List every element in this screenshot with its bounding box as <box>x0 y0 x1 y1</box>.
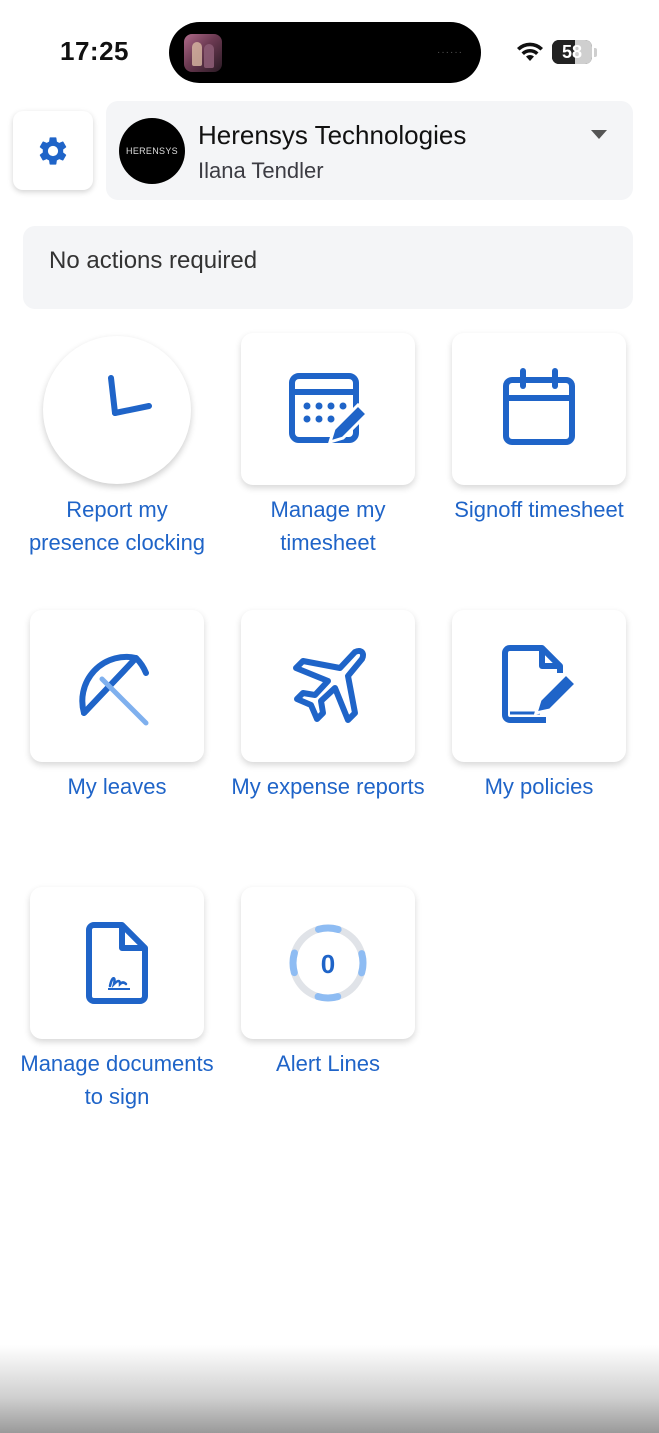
user-name: Ilana Tendler <box>198 158 324 183</box>
settings-button[interactable] <box>13 111 93 190</box>
company-logo: HERENSYS <box>119 118 185 184</box>
tile-label: My policies <box>484 774 594 799</box>
company-logo-text: HERENSYS <box>126 146 178 156</box>
tile-icon-box <box>241 333 415 485</box>
tile-icon-box: 0 <box>241 887 415 1039</box>
dynamic-island[interactable]: ······ <box>169 22 481 83</box>
bottom-fade <box>0 1345 659 1433</box>
company-name: Herensys Technologies <box>198 120 467 150</box>
gear-icon <box>39 136 67 165</box>
status-bar: 17:25 ······ 58 <box>0 0 659 100</box>
airplane-icon <box>293 648 366 723</box>
battery-nub <box>594 48 597 57</box>
document-edit-icon <box>502 645 579 723</box>
actions-banner: No actions required <box>23 226 633 309</box>
audio-waveform-icon: ······ <box>437 47 463 58</box>
battery-icon: 58 <box>552 40 592 64</box>
document-signature-icon <box>86 922 148 1004</box>
tile-label: My expense reports <box>231 774 425 799</box>
tile-icon-box <box>241 610 415 762</box>
actions-message: No actions required <box>49 247 258 274</box>
progress-ring-icon: 0 <box>289 924 367 1002</box>
media-thumbnail[interactable] <box>184 34 222 72</box>
umbrella-icon <box>79 653 149 726</box>
clock-icon <box>108 375 152 416</box>
tile-label: Report my presence clocking <box>28 497 206 555</box>
clock-button[interactable] <box>43 336 191 484</box>
calendar-icon <box>503 368 575 445</box>
alert-count: 0 <box>321 949 335 979</box>
caret-down-icon[interactable] <box>591 130 607 139</box>
tile-label: Alert Lines <box>276 1051 380 1076</box>
calendar-edit-icon <box>289 373 370 445</box>
tile-icon-box <box>452 333 626 485</box>
status-time: 17:25 <box>60 36 129 66</box>
tile-icon-box <box>452 610 626 762</box>
tile-icon-box <box>30 887 204 1039</box>
wifi-icon <box>517 42 543 61</box>
tile-label: Signoff timesheet <box>454 497 624 522</box>
tile-label: My leaves <box>67 774 167 799</box>
battery-level: 58 <box>561 42 583 62</box>
tile-icon-box <box>30 610 204 762</box>
tile-label: Manage my timesheet <box>270 497 386 555</box>
company-selector[interactable]: HERENSYS Herensys Technologies Ilana Ten… <box>106 101 633 200</box>
tile-label: Manage documents to sign <box>20 1051 214 1109</box>
